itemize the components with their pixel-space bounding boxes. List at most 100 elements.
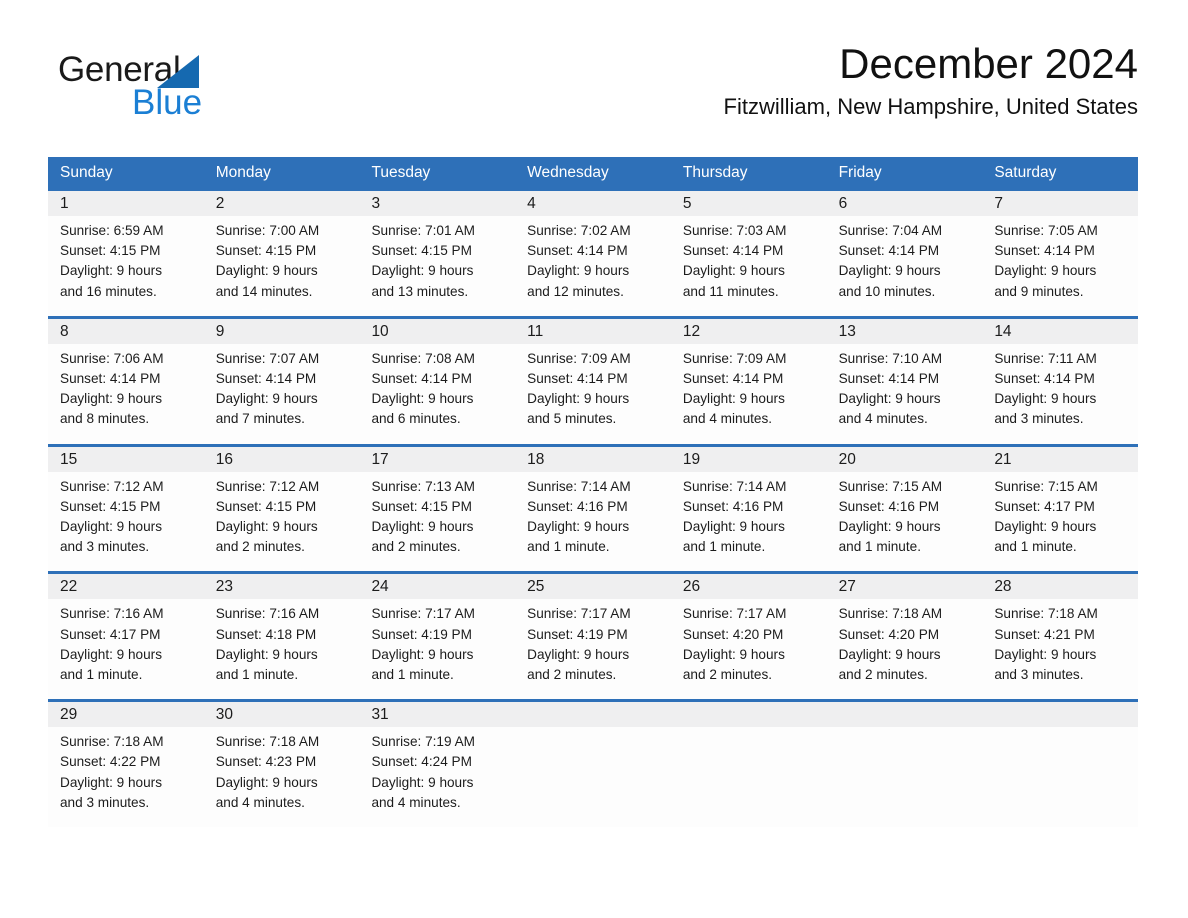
day-number[interactable]: 24 (359, 574, 515, 599)
daylight-line2: and 1 minute. (994, 539, 1077, 555)
day-cell[interactable]: Sunrise: 7:17 AM Sunset: 4:20 PM Dayligh… (671, 599, 827, 699)
day-number[interactable]: 9 (204, 319, 360, 344)
day-number[interactable]: 13 (827, 319, 983, 344)
day-cell[interactable]: Sunrise: 7:16 AM Sunset: 4:18 PM Dayligh… (204, 599, 360, 699)
sunset-text: Sunset: 4:14 PM (994, 371, 1095, 387)
day-number[interactable]: 2 (204, 191, 360, 216)
sunrise-text: Sunrise: 7:09 AM (527, 350, 631, 366)
brand-name-blue: Blue (132, 83, 203, 122)
sunrise-text: Sunrise: 7:12 AM (60, 478, 164, 494)
weekday-monday: Monday (215, 164, 271, 181)
day-number[interactable]: 28 (982, 574, 1138, 599)
weekday-thursday: Thursday (682, 164, 748, 181)
sunrise-text: Sunrise: 7:14 AM (527, 478, 631, 494)
daylight-line2: and 11 minutes. (682, 283, 779, 299)
day-cell[interactable]: Sunrise: 7:14 AM Sunset: 4:16 PM Dayligh… (515, 472, 671, 572)
day-number[interactable]: 1 (48, 191, 204, 216)
day-cell[interactable]: Sunrise: 7:18 AM Sunset: 4:20 PM Dayligh… (827, 599, 983, 699)
daylight-line2: and 1 minute. (215, 667, 299, 683)
weekday-saturday: Saturday (994, 164, 1057, 181)
day-cell[interactable]: Sunrise: 7:15 AM Sunset: 4:17 PM Dayligh… (982, 472, 1138, 572)
day-cell[interactable]: Sunrise: 7:06 AM Sunset: 4:14 PM Dayligh… (48, 344, 204, 444)
daylight-line2: and 4 minutes. (215, 794, 305, 810)
day-number[interactable]: 26 (671, 574, 827, 599)
day-number[interactable]: 11 (515, 319, 671, 344)
day-number[interactable]: 23 (204, 574, 360, 599)
sunrise-text: Sunrise: 7:18 AM (838, 606, 943, 622)
sunset-text: Sunset: 4:14 PM (527, 243, 628, 259)
sunrise-text: Sunrise: 7:09 AM (682, 350, 787, 366)
day-cell[interactable]: Sunrise: 7:02 AM Sunset: 4:14 PM Dayligh… (515, 216, 671, 316)
sunrise-text: Sunrise: 6:59 AM (60, 223, 164, 238)
daylight-line1: Daylight: 9 hours (215, 646, 318, 662)
day-number[interactable]: 5 (671, 191, 827, 216)
sunrise-text: Sunrise: 7:05 AM (994, 223, 1098, 238)
daylight-line1: Daylight: 9 hours (371, 519, 474, 535)
day-cell[interactable]: Sunrise: 7:12 AM Sunset: 4:15 PM Dayligh… (48, 472, 204, 572)
day-cell[interactable]: Sunrise: 7:05 AM Sunset: 4:14 PM Dayligh… (982, 216, 1138, 316)
day-cell[interactable]: Sunrise: 7:09 AM Sunset: 4:14 PM Dayligh… (515, 344, 671, 444)
day-cell[interactable]: Sunrise: 7:08 AM Sunset: 4:14 PM Dayligh… (359, 344, 515, 444)
sunrise-text: Sunrise: 7:18 AM (215, 734, 320, 750)
calendar-week-row: 22 23 24 25 26 27 28 Sunrise: 7:16 AM Su… (48, 571, 1138, 700)
daylight-line2: and 2 minutes. (838, 667, 928, 683)
daylight-line2: and 14 minutes. (215, 283, 313, 299)
day-cell[interactable]: Sunrise: 7:19 AM Sunset: 4:24 PM Dayligh… (359, 727, 515, 827)
daylight-line1: Daylight: 9 hours (371, 646, 474, 662)
weekday-sunday: Sunday (60, 164, 113, 181)
day-number[interactable]: 30 (204, 702, 360, 727)
day-cell[interactable]: Sunrise: 7:00 AM Sunset: 4:15 PM Dayligh… (204, 216, 360, 316)
sunset-text: Sunset: 4:14 PM (682, 243, 784, 259)
day-number[interactable]: 27 (827, 574, 983, 599)
sunrise-text: Sunrise: 7:18 AM (60, 734, 164, 750)
day-cell[interactable]: Sunrise: 7:09 AM Sunset: 4:14 PM Dayligh… (671, 344, 827, 444)
day-cell[interactable]: Sunrise: 7:04 AM Sunset: 4:14 PM Dayligh… (827, 216, 983, 316)
day-number[interactable]: 17 (359, 447, 515, 472)
day-number[interactable]: 7 (982, 191, 1138, 216)
day-cell[interactable]: Sunrise: 7:18 AM Sunset: 4:23 PM Dayligh… (204, 727, 360, 827)
day-number[interactable]: 20 (827, 447, 983, 472)
daylight-line1: Daylight: 9 hours (838, 646, 941, 662)
day-number[interactable]: 4 (515, 191, 671, 216)
day-number[interactable]: 14 (982, 319, 1138, 344)
day-number[interactable]: 12 (671, 319, 827, 344)
day-number[interactable]: 6 (827, 191, 983, 216)
weekday-header-row: Sunday Monday Tuesday Wednesday Thursday… (48, 157, 1138, 188)
daylight-line1: Daylight: 9 hours (371, 391, 474, 407)
day-cell[interactable]: Sunrise: 7:15 AM Sunset: 4:16 PM Dayligh… (827, 472, 983, 572)
day-cell[interactable]: Sunrise: 7:17 AM Sunset: 4:19 PM Dayligh… (515, 599, 671, 699)
day-number[interactable]: 19 (671, 447, 827, 472)
day-number[interactable]: 21 (982, 447, 1138, 472)
day-number[interactable]: 22 (48, 574, 204, 599)
day-number[interactable]: 18 (515, 447, 671, 472)
day-cell[interactable]: Sunrise: 7:07 AM Sunset: 4:14 PM Dayligh… (204, 344, 360, 444)
day-cell[interactable]: Sunrise: 7:18 AM Sunset: 4:22 PM Dayligh… (48, 727, 204, 827)
day-cell[interactable]: Sunrise: 6:59 AM Sunset: 4:15 PM Dayligh… (48, 216, 204, 316)
day-number[interactable]: 10 (359, 319, 515, 344)
day-number[interactable]: 3 (359, 191, 515, 216)
day-number[interactable]: 29 (48, 702, 204, 727)
sunset-text: Sunset: 4:14 PM (60, 371, 161, 387)
day-cell[interactable]: Sunrise: 7:17 AM Sunset: 4:19 PM Dayligh… (359, 599, 515, 699)
day-number[interactable]: 15 (48, 447, 204, 472)
daylight-line1: Daylight: 9 hours (682, 646, 785, 662)
day-number[interactable]: 8 (48, 319, 204, 344)
day-number[interactable]: 25 (515, 574, 671, 599)
day-cell[interactable]: Sunrise: 7:14 AM Sunset: 4:16 PM Dayligh… (671, 472, 827, 572)
day-cell[interactable]: Sunrise: 7:12 AM Sunset: 4:15 PM Dayligh… (204, 472, 360, 572)
day-cell-empty (515, 727, 671, 827)
day-cell[interactable]: Sunrise: 7:03 AM Sunset: 4:14 PM Dayligh… (671, 216, 827, 316)
sunrise-text: Sunrise: 7:16 AM (215, 606, 320, 622)
daylight-line1: Daylight: 9 hours (682, 391, 785, 407)
day-number[interactable]: 31 (359, 702, 515, 727)
day-cell[interactable]: Sunrise: 7:18 AM Sunset: 4:21 PM Dayligh… (982, 599, 1138, 699)
day-cell[interactable]: Sunrise: 7:16 AM Sunset: 4:17 PM Dayligh… (48, 599, 204, 699)
daylight-line1: Daylight: 9 hours (527, 646, 630, 662)
day-cell[interactable]: Sunrise: 7:13 AM Sunset: 4:15 PM Dayligh… (359, 472, 515, 572)
calendar-week-row: 1 2 3 4 5 6 7 Sunrise: 6:59 AM Sunset: 4… (48, 188, 1138, 316)
day-cell[interactable]: Sunrise: 7:01 AM Sunset: 4:15 PM Dayligh… (359, 216, 515, 316)
day-cell[interactable]: Sunrise: 7:11 AM Sunset: 4:14 PM Dayligh… (982, 344, 1138, 444)
day-cell[interactable]: Sunrise: 7:10 AM Sunset: 4:14 PM Dayligh… (827, 344, 983, 444)
page-header: General Blue December 2024 Fitzwilliam, … (48, 40, 1138, 145)
day-number[interactable]: 16 (204, 447, 360, 472)
